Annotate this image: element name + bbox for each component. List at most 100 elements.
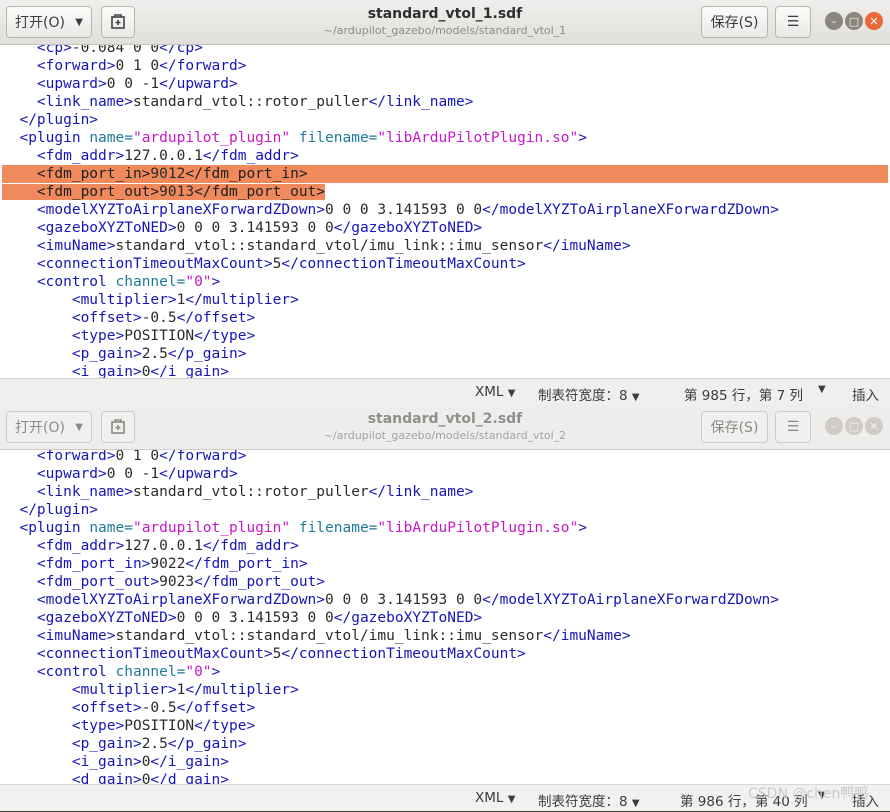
code-token: </i_gain>	[150, 754, 229, 770]
code-token: >	[578, 520, 587, 536]
code-token: </p_gain>	[167, 346, 247, 362]
code-token: </fdm_addr>	[202, 148, 299, 164]
code-token: </offset>	[176, 700, 256, 716]
code-token: </multiplier>	[185, 292, 299, 308]
code-token: 2.5	[141, 346, 168, 362]
new-document-button[interactable]	[101, 411, 135, 443]
close-icon[interactable]: ✕	[865, 12, 883, 30]
code-token: </gazeboXYZToNED>	[333, 610, 483, 626]
maximize-icon[interactable]: □	[845, 12, 863, 30]
cursor-position-label: 第 985 行，第 7 列	[684, 388, 804, 404]
code-line: <p_gain>2.5</p_gain>	[2, 735, 890, 753]
text-editor-area[interactable]: <forward>0 1 0</forward> <upward>0 0 -1<…	[0, 450, 890, 784]
code-token: <gazeboXYZToNED>	[36, 610, 177, 626]
tab-width-selector[interactable]: 制表符宽度：8 ▼	[538, 790, 640, 810]
save-button-label: 保存(S)	[710, 15, 759, 31]
minimize-icon[interactable]: –	[825, 417, 843, 435]
chevron-down-icon: ▼	[75, 16, 83, 28]
code-token: 127.0.0.1	[124, 148, 203, 164]
code-token: <p_gain>	[71, 346, 142, 362]
window-title: standard_vtol_2.sdf	[367, 411, 523, 427]
insert-mode[interactable]: 插入	[852, 384, 879, 404]
code-token: 0 1 0	[115, 450, 160, 464]
code-token: filename=	[298, 520, 378, 536]
code-token: -0.5	[141, 700, 177, 716]
language-selector[interactable]: XML ▼	[475, 790, 515, 806]
chevron-down-icon[interactable]: ▼	[818, 384, 826, 395]
code-token: <upward>	[36, 466, 107, 482]
maximize-icon[interactable]: □	[845, 417, 863, 435]
code-line: <offset>-0.5</offset>	[2, 699, 890, 717]
new-document-button[interactable]	[101, 6, 135, 38]
code-token: <plugin	[19, 130, 90, 146]
code-token: </multiplier>	[185, 682, 299, 698]
status-bar: XML ▼ 制表符宽度：8 ▼ 第 985 行，第 7 列 ▼ 插入	[0, 378, 890, 405]
code-token: <p_gain>	[71, 736, 142, 752]
header-bar: 打开(O) ▼ standard_vtol_1.sdf ~/ardupilot_…	[0, 0, 890, 45]
code-token: <plugin	[19, 520, 90, 536]
code-token: <link_name>	[36, 94, 133, 110]
code-line: <gazeboXYZToNED>0 0 0 3.141593 0 0</gaze…	[2, 609, 890, 627]
code-token: </i_gain>	[150, 364, 229, 378]
code-token: <i_gain>	[71, 754, 142, 770]
code-token: standard_vtol::rotor_puller	[132, 94, 369, 110]
window-subtitle-path: ~/ardupilot_gazebo/models/standard_vtol_…	[323, 429, 567, 442]
code-token: "ardupilot_plugin"	[132, 130, 291, 146]
code-token: </offset>	[176, 310, 256, 326]
cursor-position[interactable]: 第 985 行，第 7 列	[684, 384, 803, 404]
code-token: </connectionTimeoutMaxCount>	[281, 256, 526, 272]
code-token: standard_vtol::standard_vtol/imu_link::i…	[115, 238, 544, 254]
code-line: <modelXYZToAirplaneXForwardZDown>0 0 0 3…	[2, 591, 890, 609]
code-token: <forward>	[36, 450, 116, 464]
editor-window-1: 打开(O) ▼ standard_vtol_1.sdf ~/ardupilot_…	[0, 0, 890, 405]
code-token: filename=	[298, 130, 378, 146]
code-token: </modelXYZToAirplaneXForwardZDown>	[482, 202, 779, 218]
tab-width-label: 制表符宽度：8	[538, 794, 628, 810]
code-line: <imuName>standard_vtol::standard_vtol/im…	[2, 237, 890, 255]
menu-button[interactable]: ☰	[775, 6, 811, 38]
code-token: channel=	[115, 274, 186, 290]
close-icon[interactable]: ✕	[865, 417, 883, 435]
code-token: </upward>	[159, 76, 238, 92]
code-line: <fdm_addr>127.0.0.1</fdm_addr>	[2, 147, 890, 165]
save-button[interactable]: 保存(S)	[701, 411, 768, 443]
new-document-icon	[111, 14, 125, 29]
code-token: <fdm_addr>	[36, 538, 125, 554]
code-line: <forward>0 1 0</forward>	[2, 450, 890, 465]
menu-button[interactable]: ☰	[775, 411, 811, 443]
minimize-icon[interactable]: –	[825, 12, 843, 30]
code-token: -0.084 0 0	[71, 45, 160, 56]
code-token: </fdm_port_out>	[194, 184, 326, 200]
code-token: 0 0 0 3.141593 0 0	[176, 220, 334, 236]
save-button[interactable]: 保存(S)	[701, 6, 768, 38]
code-token: <connectionTimeoutMaxCount>	[36, 256, 273, 272]
code-line: <upward>0 0 -1</upward>	[2, 465, 890, 483]
code-lines: <cp>-0.084 0 0</cp> <forward>0 1 0</forw…	[2, 45, 890, 378]
code-line: <multiplier>1</multiplier>	[2, 291, 890, 309]
language-selector[interactable]: XML ▼	[475, 384, 515, 400]
code-line: <modelXYZToAirplaneXForwardZDown>0 0 0 3…	[2, 201, 890, 219]
code-token: </fdm_port_in>	[185, 166, 308, 182]
code-line: <i_gain>0</i_gain>	[2, 363, 890, 378]
tab-width-selector[interactable]: 制表符宽度：8 ▼	[538, 384, 640, 404]
open-button[interactable]: 打开(O) ▼	[6, 6, 92, 38]
text-editor-area[interactable]: <cp>-0.084 0 0</cp> <forward>0 1 0</forw…	[0, 45, 890, 378]
code-token: <i_gain>	[71, 364, 142, 378]
code-line: <fdm_addr>127.0.0.1</fdm_addr>	[2, 537, 890, 555]
open-button[interactable]: 打开(O) ▼	[6, 411, 92, 443]
code-line: <connectionTimeoutMaxCount>5</connection…	[2, 645, 890, 663]
code-line: <connectionTimeoutMaxCount>5</connection…	[2, 255, 890, 273]
code-line: <control channel="0">	[2, 663, 890, 681]
save-button-label: 保存(S)	[710, 420, 759, 436]
code-token: <upward>	[36, 76, 107, 92]
code-token: name=	[89, 520, 133, 536]
